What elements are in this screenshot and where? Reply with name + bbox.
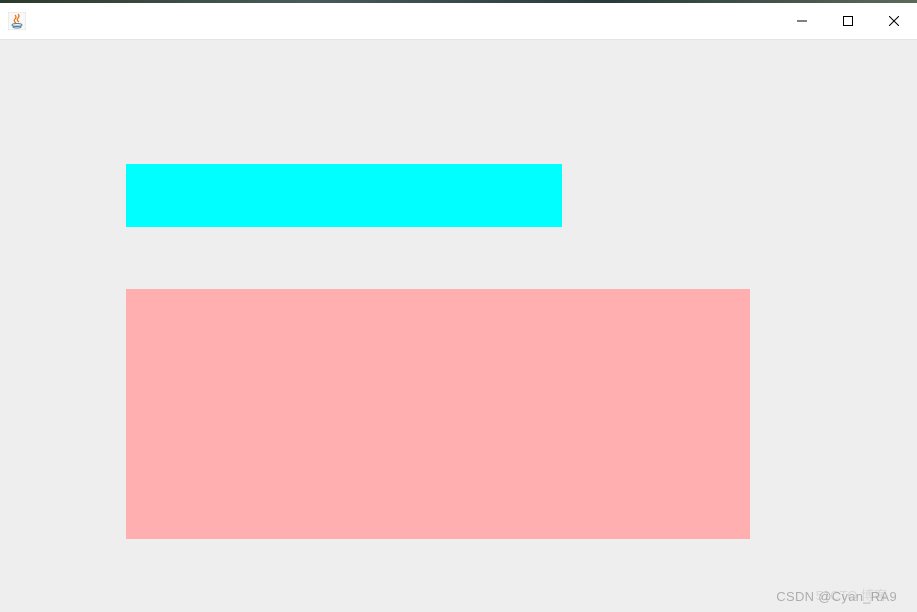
minimize-icon	[797, 16, 807, 26]
maximize-icon	[843, 16, 853, 26]
close-button[interactable]	[871, 3, 917, 39]
close-icon	[889, 16, 899, 26]
java-app-icon	[8, 12, 26, 30]
window-controls	[779, 3, 917, 39]
maximize-button[interactable]	[825, 3, 871, 39]
cyan-rectangle	[126, 164, 562, 227]
titlebar[interactable]	[0, 3, 917, 40]
watermark-text: CSDN @Cyan_RA9	[776, 589, 897, 604]
pink-rectangle	[126, 289, 750, 539]
canvas-area: 51CTO 博客 CSDN @Cyan_RA9	[0, 40, 917, 612]
minimize-button[interactable]	[779, 3, 825, 39]
